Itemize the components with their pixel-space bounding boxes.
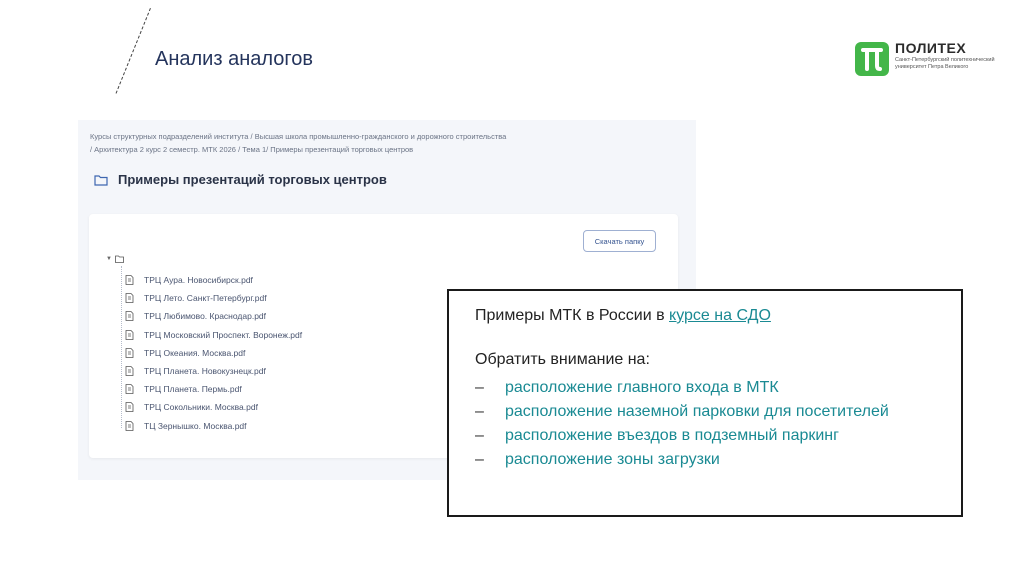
logo-subtitle: Санкт-Петербургский политехнический унив… — [895, 57, 995, 70]
file-icon — [125, 347, 134, 358]
file-icon — [125, 293, 134, 304]
logo-name: ПОЛИТЕХ — [895, 40, 967, 56]
breadcrumb: Курсы структурных подразделений институт… — [90, 130, 560, 156]
file-item[interactable]: ТРЦ Московский Проспект. Воронеж.pdf — [125, 326, 302, 344]
list-item: – расположение въездов в подземный паркин… — [475, 424, 955, 448]
bullet-dash: – — [475, 403, 484, 420]
download-folder-button[interactable]: Скачать папку — [583, 230, 656, 252]
file-icon — [125, 311, 134, 322]
file-item[interactable]: ТЦ Зернышко. Москва.pdf — [125, 417, 302, 435]
file-name[interactable]: ТРЦ Лето. Санкт-Петербург.pdf — [144, 293, 267, 303]
file-name[interactable]: ТРЦ Планета. Пермь.pdf — [144, 384, 242, 394]
folder-icon — [94, 174, 108, 186]
info-intro: Примеры МТК в России в курсе на СДО — [475, 307, 771, 325]
tree-guide-line — [121, 266, 122, 428]
folder-header: Примеры презентаций торговых центров — [94, 172, 387, 187]
file-name[interactable]: ТРЦ Океания. Москва.pdf — [144, 348, 245, 358]
file-icon — [125, 275, 134, 285]
bullet-text: расположение наземной парковки для посет… — [505, 403, 889, 420]
slide-title: Анализ аналогов — [155, 48, 313, 70]
file-item[interactable]: ТРЦ Планета. Пермь.pdf — [125, 380, 302, 398]
file-item[interactable]: ТРЦ Лето. Санкт-Петербург.pdf — [125, 289, 302, 307]
bullet-text: расположение главного входа в МТК — [505, 379, 779, 396]
file-name[interactable]: ТРЦ Любимово. Краснодар.pdf — [144, 311, 266, 321]
sdo-course-link[interactable]: курсе на СДО — [669, 307, 771, 324]
file-list: ТРЦ Аура. Новосибирск.pdf ТРЦ Лето. Санк… — [125, 271, 302, 435]
attention-list: – расположение главного входа в МТК – расп… — [475, 376, 955, 472]
file-name[interactable]: ТРЦ Аура. Новосибирск.pdf — [144, 275, 253, 285]
file-icon — [125, 420, 134, 431]
file-icon — [125, 329, 134, 340]
breadcrumb-line-2[interactable]: / Архитектура 2 курс 2 семестр. МТК 2026… — [90, 143, 560, 156]
bullet-dash: – — [475, 451, 484, 468]
file-item[interactable]: ТРЦ Любимово. Краснодар.pdf — [125, 307, 302, 325]
file-name[interactable]: ТРЦ Сокольники. Москва.pdf — [144, 402, 258, 412]
bullet-text: расположение зоны загрузки — [505, 451, 720, 468]
file-item[interactable]: ТРЦ Аура. Новосибирск.pdf — [125, 271, 302, 289]
file-icon — [125, 384, 134, 395]
folder-title: Примеры презентаций торговых центров — [118, 172, 387, 187]
file-name[interactable]: ТРЦ Планета. Новокузнецк.pdf — [144, 366, 266, 376]
bullet-text: расположение въездов в подземный паркинг — [505, 427, 839, 444]
info-box: Примеры МТК в России в курсе на СДО Обра… — [447, 289, 963, 517]
file-icon — [125, 366, 134, 376]
file-icon — [125, 402, 134, 413]
list-item: – расположение зоны загрузки — [475, 448, 955, 472]
polytech-logo-icon — [855, 42, 889, 76]
list-item: – расположение наземной парковки для посе… — [475, 400, 955, 424]
breadcrumb-line-1[interactable]: Курсы структурных подразделений институт… — [90, 130, 560, 143]
bullet-dash: – — [475, 379, 484, 396]
info-intro-text: Примеры МТК в России в — [475, 307, 670, 324]
caret-down-icon[interactable]: ▼ — [106, 256, 112, 262]
folder-icon — [115, 255, 124, 263]
polytech-logo: ПОЛИТЕХ Санкт-Петербургский политехничес… — [855, 40, 995, 80]
decorative-dashed-line — [115, 8, 151, 94]
file-item[interactable]: ТРЦ Сокольники. Москва.pdf — [125, 398, 302, 416]
tree-root-node[interactable]: ▼ — [106, 255, 124, 263]
bullet-dash: – — [475, 427, 484, 444]
file-item[interactable]: ТРЦ Океания. Москва.pdf — [125, 344, 302, 362]
file-name[interactable]: ТРЦ Московский Проспект. Воронеж.pdf — [144, 330, 302, 340]
attention-heading: Обратить внимание на: — [475, 351, 650, 368]
file-item[interactable]: ТРЦ Планета. Новокузнецк.pdf — [125, 362, 302, 380]
file-name[interactable]: ТЦ Зернышко. Москва.pdf — [144, 421, 247, 431]
list-item: – расположение главного входа в МТК — [475, 376, 955, 400]
